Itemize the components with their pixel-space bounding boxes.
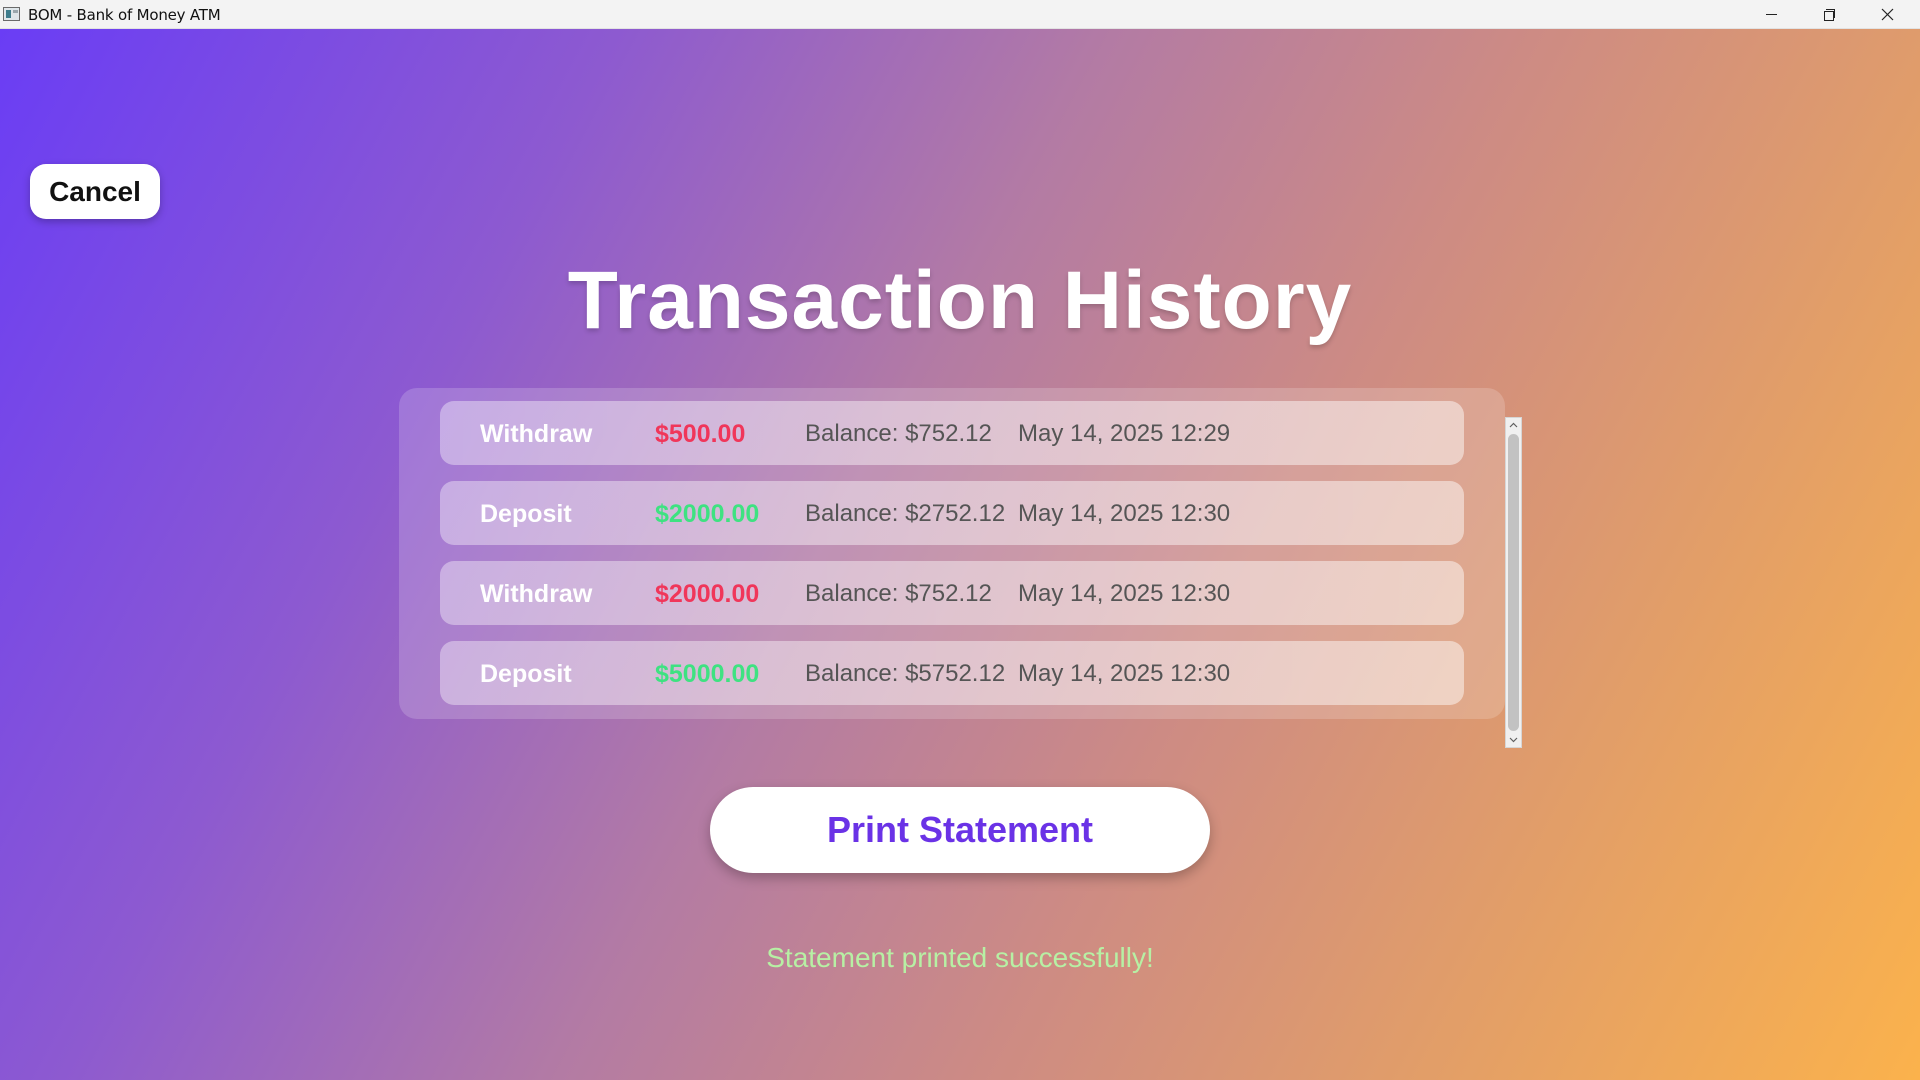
page-title: Transaction History — [567, 255, 1353, 346]
transaction-balance: Balance: $752.12 — [805, 420, 992, 447]
transaction-history-panel: Withdraw $500.00 Balance: $752.12 May 14… — [399, 388, 1505, 719]
transaction-list: Withdraw $500.00 Balance: $752.12 May 14… — [440, 401, 1464, 721]
transaction-type: Deposit — [480, 500, 572, 528]
transaction-row: Withdraw $2000.00 Balance: $752.12 May 1… — [440, 561, 1464, 625]
transaction-amount: $2000.00 — [655, 580, 760, 608]
transaction-date: May 14, 2025 12:29 — [1018, 420, 1231, 447]
atm-screen: Cancel Transaction History Withdraw $500… — [0, 29, 1920, 1080]
close-icon — [1881, 8, 1893, 21]
print-statement-button[interactable]: Print Statement — [710, 787, 1210, 873]
transaction-date: May 14, 2025 12:30 — [1018, 660, 1231, 687]
scroll-up-button[interactable] — [1506, 418, 1521, 432]
transaction-row: Deposit $2000.00 Balance: $2752.12 May 1… — [440, 481, 1464, 545]
minimize-button[interactable] — [1742, 0, 1800, 29]
transaction-date: May 14, 2025 12:30 — [1018, 500, 1231, 527]
scroll-thumb[interactable] — [1508, 434, 1519, 731]
chevron-up-icon — [1509, 422, 1518, 428]
transaction-row: Withdraw $500.00 Balance: $752.12 May 14… — [440, 401, 1464, 465]
minimize-icon — [1765, 14, 1777, 15]
transaction-balance: Balance: $2752.12 — [805, 500, 1006, 527]
app-icon — [3, 7, 20, 21]
status-message: Statement printed successfully! — [766, 942, 1154, 973]
transaction-balance: Balance: $752.12 — [805, 580, 992, 607]
transaction-amount: $2000.00 — [655, 500, 760, 528]
close-button[interactable] — [1858, 0, 1916, 29]
restore-icon — [1823, 9, 1835, 21]
chevron-down-icon — [1509, 737, 1518, 743]
restore-button[interactable] — [1800, 0, 1858, 29]
scroll-down-button[interactable] — [1506, 733, 1521, 747]
transaction-type: Withdraw — [480, 580, 593, 608]
transaction-amount: $5000.00 — [655, 660, 760, 688]
window-title: BOM - Bank of Money ATM — [28, 6, 221, 24]
transaction-amount: $500.00 — [655, 420, 746, 448]
transaction-type: Deposit — [480, 660, 572, 688]
transaction-type: Withdraw — [480, 420, 593, 448]
transaction-row: Deposit $5000.00 Balance: $5752.12 May 1… — [440, 641, 1464, 705]
title-bar: BOM - Bank of Money ATM — [0, 0, 1920, 29]
transaction-date: May 14, 2025 12:30 — [1018, 580, 1231, 607]
cancel-button[interactable]: Cancel — [30, 164, 160, 219]
transaction-balance: Balance: $5752.12 — [805, 660, 1006, 687]
transaction-scrollbar[interactable] — [1505, 417, 1522, 748]
